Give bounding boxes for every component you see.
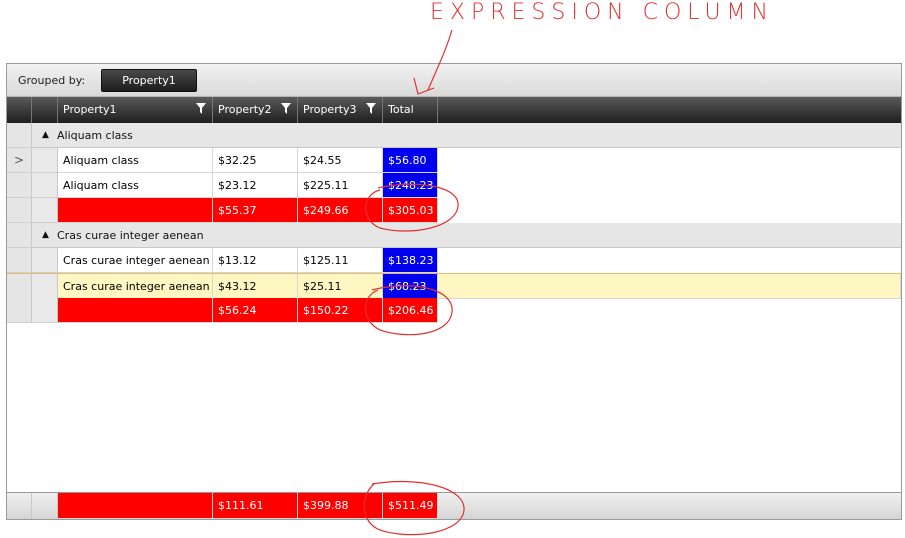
column-header-label: Total	[388, 103, 414, 116]
header-indicator-cell	[7, 97, 32, 123]
filter-icon[interactable]	[281, 103, 291, 114]
footer-row: $111.61 $399.88 $511.49	[7, 492, 901, 519]
column-header-row: Property1 Property2 Property3 Total	[7, 97, 901, 123]
cell-total[interactable]: $56.80	[383, 148, 438, 173]
grid-view: Grouped by: Property1 Property1 Property…	[6, 63, 902, 520]
filter-icon[interactable]	[366, 103, 376, 114]
cell-property2[interactable]: $43.12	[213, 274, 298, 299]
group-header-row[interactable]: ▲ Aliquam class	[7, 123, 901, 148]
cell-property3[interactable]: $25.11	[298, 274, 383, 299]
current-row-indicator: >	[7, 148, 32, 173]
header-group-indent-cell	[32, 97, 58, 123]
row-indicator	[7, 173, 32, 198]
cell-total[interactable]: $68.23	[383, 274, 438, 299]
aggregate-cell-property2: $56.24	[213, 298, 298, 323]
group-aggregate-row: $56.24 $150.22 $206.46	[7, 298, 901, 323]
cell-property1[interactable]: Aliquam class	[58, 148, 213, 173]
group-indent	[32, 274, 58, 299]
group-chip-property1[interactable]: Property1	[101, 69, 197, 92]
row-fill	[438, 274, 901, 299]
table-row[interactable]: > Aliquam class $32.25 $24.55 $56.80	[7, 148, 901, 173]
row-indicator	[7, 274, 32, 299]
cell-total[interactable]: $138.23	[383, 248, 438, 273]
column-header-label: Property2	[218, 103, 272, 116]
group-aggregate-row: $55.37 $249.66 $305.03	[7, 198, 901, 223]
table-row[interactable]: Cras curae integer aenean $43.12 $25.11 …	[7, 273, 901, 299]
footer-cell-property2: $111.61	[213, 493, 298, 519]
aggregate-cell-total: $305.03	[383, 198, 438, 223]
cell-property1[interactable]: Cras curae integer aenean	[58, 274, 213, 299]
cell-property3[interactable]: $125.11	[298, 248, 383, 273]
column-header-property3[interactable]: Property3	[298, 97, 383, 123]
row-indicator	[7, 223, 32, 248]
footer-cell-total: $511.49	[383, 493, 438, 519]
column-header-label: Property1	[63, 103, 117, 116]
filter-icon[interactable]	[196, 103, 206, 114]
cell-property3[interactable]: $24.55	[298, 148, 383, 173]
annotation-label: EXPRESSION COLUMN	[430, 0, 774, 25]
footer-indicator	[7, 493, 32, 519]
cell-total[interactable]: $248.23	[383, 173, 438, 198]
cell-property3[interactable]: $225.11	[298, 173, 383, 198]
group-indent	[32, 298, 58, 323]
row-indicator	[7, 298, 32, 323]
footer-indent	[32, 493, 58, 519]
group-header-label: Aliquam class	[57, 129, 133, 142]
row-indicator	[7, 123, 32, 148]
group-header-label: Cras curae integer aenean	[57, 229, 204, 242]
aggregate-cell-property3: $249.66	[298, 198, 383, 223]
aggregate-cell-property2: $55.37	[213, 198, 298, 223]
row-indicator	[7, 198, 32, 223]
collapse-arrow-icon[interactable]: ▲	[42, 123, 49, 148]
table-row[interactable]: Cras curae integer aenean $13.12 $125.11…	[7, 248, 901, 273]
aggregate-cell-property1	[58, 298, 213, 323]
row-indicator	[7, 248, 32, 273]
collapse-arrow-icon[interactable]: ▲	[42, 223, 49, 248]
cell-property1[interactable]: Aliquam class	[58, 173, 213, 198]
group-indent	[32, 148, 58, 173]
group-panel: Grouped by: Property1	[7, 64, 901, 97]
table-row[interactable]: Aliquam class $23.12 $225.11 $248.23	[7, 173, 901, 198]
cell-property2[interactable]: $23.12	[213, 173, 298, 198]
column-header-total[interactable]: Total	[383, 97, 438, 123]
group-header-row[interactable]: ▲ Cras curae integer aenean	[7, 223, 901, 248]
column-header-property1[interactable]: Property1	[58, 97, 213, 123]
footer-cell-property3: $399.88	[298, 493, 383, 519]
aggregate-cell-total: $206.46	[383, 298, 438, 323]
cell-property1[interactable]: Cras curae integer aenean	[58, 248, 213, 273]
column-header-label: Property3	[303, 103, 357, 116]
column-header-property2[interactable]: Property2	[213, 97, 298, 123]
cell-property2[interactable]: $32.25	[213, 148, 298, 173]
footer-cell-property1	[58, 493, 213, 519]
group-indent	[32, 173, 58, 198]
aggregate-cell-property3: $150.22	[298, 298, 383, 323]
group-indent	[32, 248, 58, 273]
aggregate-cell-property1	[58, 198, 213, 223]
cell-property2[interactable]: $13.12	[213, 248, 298, 273]
group-indent	[32, 198, 58, 223]
grouped-by-label: Grouped by:	[18, 74, 86, 87]
